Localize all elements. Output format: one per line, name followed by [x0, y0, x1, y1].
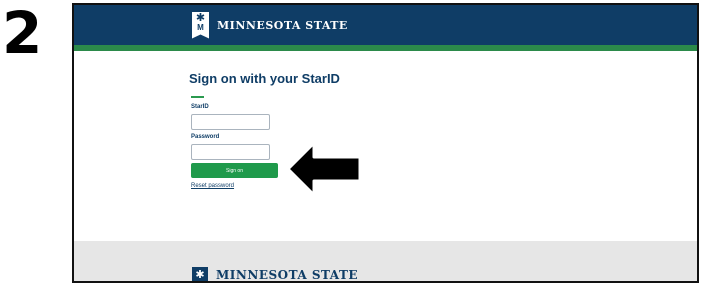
password-label: Password	[191, 134, 220, 140]
star-icon: ✱	[192, 267, 208, 281]
sign-on-button[interactable]: Sign on	[191, 163, 278, 178]
logo-mark-letter: M	[197, 22, 204, 32]
browser-screenshot: ✱ M MINNESOTA STATE Sign on with your St…	[72, 3, 699, 283]
starid-input[interactable]	[191, 114, 270, 130]
password-input[interactable]	[191, 144, 270, 160]
page-title: Sign on with your StarID	[189, 71, 340, 86]
footer-logo[interactable]: ✱ MINNESOTA STATE	[192, 267, 359, 282]
star-banner-icon: ✱ M	[192, 11, 209, 39]
minnesota-state-logo[interactable]: ✱ M MINNESOTA STATE	[192, 11, 348, 39]
logo-text: MINNESOTA STATE	[217, 18, 348, 32]
footer-logo-text: MINNESOTA STATE	[216, 268, 359, 282]
site-header: ✱ M MINNESOTA STATE	[74, 5, 697, 45]
site-footer: ✱ MINNESOTA STATE	[74, 241, 697, 282]
step-number: 2	[2, 0, 42, 67]
header-stripe	[74, 45, 697, 51]
title-underline	[191, 96, 204, 98]
arrow-left-icon	[286, 141, 362, 197]
starid-label: StarID	[191, 104, 209, 110]
star-icon: ✱	[195, 11, 206, 24]
reset-password-link[interactable]: Reset password	[191, 183, 234, 189]
